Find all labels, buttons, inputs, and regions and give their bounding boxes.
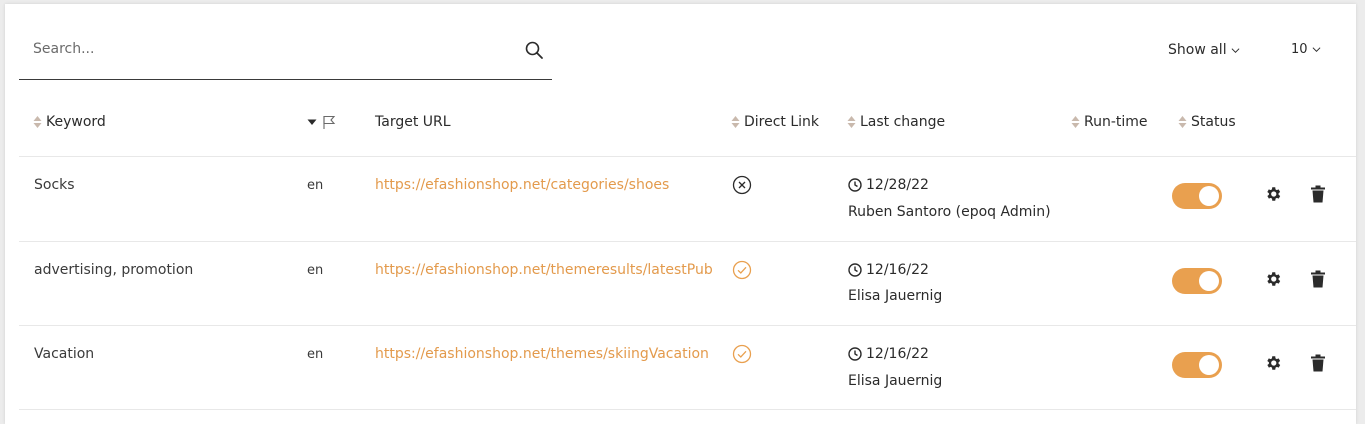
column-header-last-change-label: Last change: [860, 114, 946, 130]
last-change-user: Elisa Jauernig: [848, 288, 943, 304]
last-change-date: 12/16/22: [848, 346, 929, 362]
show-all-dropdown[interactable]: Show all: [1168, 42, 1240, 58]
settings-button[interactable]: [1263, 184, 1283, 204]
divider: [19, 156, 1356, 157]
delete-button[interactable]: [1308, 184, 1328, 204]
divider: [19, 409, 1356, 410]
keyword-table-card: Show all 10 Keyword Target URL Direct Li…: [5, 4, 1356, 424]
last-change-date: 12/28/22: [848, 177, 929, 193]
search-icon[interactable]: [524, 40, 544, 60]
date-text: 12/16/22: [866, 262, 929, 278]
direct-link-off-icon: [732, 175, 752, 195]
column-header-keyword[interactable]: Keyword: [33, 112, 106, 132]
sort-icon: [1071, 116, 1080, 128]
toggle-knob: [1199, 355, 1219, 375]
date-text: 12/28/22: [866, 177, 929, 193]
delete-button[interactable]: [1308, 353, 1328, 373]
column-header-target-url-label: Target URL: [375, 114, 451, 130]
clock-icon: [848, 347, 862, 361]
direct-link-on-icon: [732, 344, 752, 364]
settings-button[interactable]: [1263, 269, 1283, 289]
sort-desc-icon: [307, 119, 317, 125]
language-cell: en: [307, 347, 324, 362]
trash-icon: [1311, 270, 1325, 288]
settings-button[interactable]: [1263, 353, 1283, 373]
per-page-dropdown[interactable]: 10: [1291, 42, 1321, 57]
delete-button[interactable]: [1308, 269, 1328, 289]
sort-icon: [1178, 116, 1187, 128]
column-header-direct-link-label: Direct Link: [744, 114, 820, 130]
search-input[interactable]: [33, 37, 493, 61]
toggle-knob: [1199, 271, 1219, 291]
clock-icon: [848, 263, 862, 277]
trash-icon: [1311, 354, 1325, 372]
date-text: 12/16/22: [866, 346, 929, 362]
keyword-cell: Vacation: [34, 346, 95, 362]
gear-icon: [1267, 272, 1281, 286]
flag-icon: [323, 115, 336, 129]
divider: [19, 325, 1356, 326]
last-change-user: Ruben Santoro (epoq Admin): [848, 204, 1051, 220]
search-bar: [19, 33, 552, 80]
column-header-last-change[interactable]: Last change: [847, 112, 945, 132]
language-cell: en: [307, 263, 324, 278]
sort-icon: [33, 116, 42, 128]
column-header-keyword-label: Keyword: [46, 114, 106, 130]
target-url-link[interactable]: https://efashionshop.net/themeresults/la…: [375, 262, 713, 278]
column-header-target-url: Target URL: [375, 112, 451, 132]
chevron-down-icon: [1231, 47, 1240, 53]
column-header-run-time-label: Run-time: [1084, 114, 1148, 130]
show-all-label: Show all: [1168, 42, 1227, 58]
per-page-label: 10: [1291, 42, 1308, 57]
language-cell: en: [307, 178, 324, 193]
divider: [19, 241, 1356, 242]
keyword-cell: advertising, promotion: [34, 262, 194, 278]
direct-link-on-icon: [732, 260, 752, 280]
keyword-cell: Socks: [34, 177, 75, 193]
gear-icon: [1267, 187, 1281, 201]
chevron-down-icon: [1312, 47, 1320, 53]
status-toggle[interactable]: [1172, 268, 1222, 294]
target-url-link[interactable]: https://efashionshop.net/themes/skiingVa…: [375, 346, 709, 362]
toggle-knob: [1199, 186, 1219, 206]
column-header-status[interactable]: Status: [1178, 112, 1236, 132]
clock-icon: [848, 178, 862, 192]
column-header-direct-link[interactable]: Direct Link: [731, 112, 819, 132]
status-toggle[interactable]: [1172, 183, 1222, 209]
column-header-language[interactable]: [307, 112, 337, 132]
column-header-run-time[interactable]: Run-time: [1071, 112, 1148, 132]
sort-icon: [847, 116, 856, 128]
last-change-date: 12/16/22: [848, 262, 929, 278]
status-toggle[interactable]: [1172, 352, 1222, 378]
last-change-user: Elisa Jauernig: [848, 373, 943, 389]
gear-icon: [1267, 356, 1281, 370]
target-url-link[interactable]: https://efashionshop.net/categories/shoe…: [375, 177, 669, 193]
sort-icon: [731, 116, 740, 128]
column-header-status-label: Status: [1191, 114, 1236, 130]
trash-icon: [1311, 185, 1325, 203]
